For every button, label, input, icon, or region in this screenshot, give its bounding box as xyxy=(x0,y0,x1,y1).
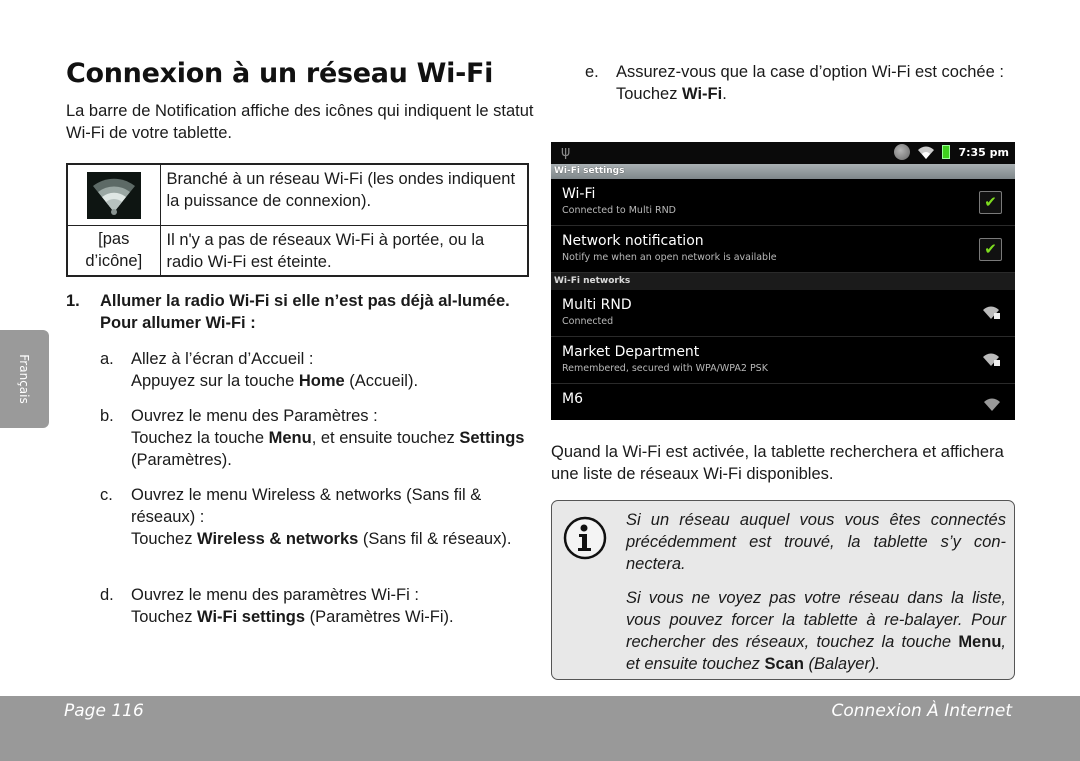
page-number: Page 116 xyxy=(64,701,144,721)
wifi-settings-header: Wi-Fi settings xyxy=(551,164,1015,179)
section-title: Connexion À Internet xyxy=(831,701,1012,721)
status-time: 7:35 pm xyxy=(958,145,1009,159)
wifi-icon xyxy=(918,146,935,159)
network-item[interactable]: Market Department Remembered, secured wi… xyxy=(551,337,1015,384)
wifi-checkbox[interactable]: ✔ xyxy=(979,191,1002,214)
note-paragraph-2: Si vous ne voyez pas votre réseau dans l… xyxy=(626,589,1006,673)
page-title: Connexion à un réseau Wi-Fi xyxy=(66,58,494,89)
info-note: Si un réseau auquel vous vous êtes conne… xyxy=(551,500,1015,680)
language-tab: Français xyxy=(0,330,49,428)
wifi-toggle-item[interactable]: Wi-Fi Connected to Multi RND ✔ xyxy=(551,179,1015,226)
wifi-networks-header: Wi-Fi networks xyxy=(551,273,1015,290)
intro-text: La barre de Notification affiche des icô… xyxy=(66,102,534,142)
status-description: Branché à un réseau Wi-Fi (les ondes ind… xyxy=(159,163,529,226)
network-item[interactable]: M6 xyxy=(551,384,1015,420)
wifi-locked-icon xyxy=(983,306,1000,319)
step-1: 1. Allumer la radio Wi-Fi si elle n’est … xyxy=(66,290,536,334)
substep-e: e. Assurez-vous que la case d’option Wi-… xyxy=(585,63,1004,103)
sync-icon xyxy=(894,144,911,160)
after-text: Quand la Wi-Fi est activée, la tablette … xyxy=(551,443,1004,483)
android-status-bar: ψ 7:35 pm xyxy=(551,142,1015,164)
network-notification-checkbox[interactable]: ✔ xyxy=(979,238,1002,261)
step-number: 1. xyxy=(66,292,80,310)
usb-icon: ψ xyxy=(561,144,571,160)
network-item[interactable]: Multi RND Connected xyxy=(551,290,1015,337)
substep-a: a. Allez à l’écran d’Accueil : Appuyez su… xyxy=(100,350,419,390)
android-wifi-settings-screenshot: ψ 7:35 pm Wi-Fi settings Wi-Fi Connected… xyxy=(551,142,1015,420)
status-description: Il n'y a pas de réseaux Wi-Fi à portée, … xyxy=(159,225,529,276)
step-heading: Allumer la radio Wi-Fi si elle n’est pas… xyxy=(100,292,510,332)
substep-b: b. Ouvrez le menu des Paramètres : Touche… xyxy=(100,407,525,469)
table-row: Branché à un réseau Wi-Fi (les ondes ind… xyxy=(66,163,529,226)
battery-charging-icon xyxy=(942,145,951,159)
substep-d: d. Ouvrez le menu des paramètres Wi-Fi :… xyxy=(100,586,454,626)
substep-c: c. Ouvrez le menu Wireless & networks (S… xyxy=(100,486,512,548)
table-row: [pas d’icône] Il n'y a pas de réseaux Wi… xyxy=(66,225,529,276)
wifi-signal-icon xyxy=(86,172,141,219)
page-footer: Page 116 Connexion À Internet xyxy=(0,696,1080,761)
wifi-locked-icon xyxy=(983,353,1000,366)
network-notification-item[interactable]: Network notification Notify me when an o… xyxy=(551,226,1015,273)
note-paragraph-1: Si un réseau auquel vous vous êtes conne… xyxy=(626,511,1006,573)
no-icon-label: [pas d’icône] xyxy=(66,225,161,276)
wifi-status-table: Branché à un réseau Wi-Fi (les ondes ind… xyxy=(66,163,529,277)
wifi-open-icon xyxy=(984,398,1000,411)
info-icon xyxy=(563,516,607,560)
